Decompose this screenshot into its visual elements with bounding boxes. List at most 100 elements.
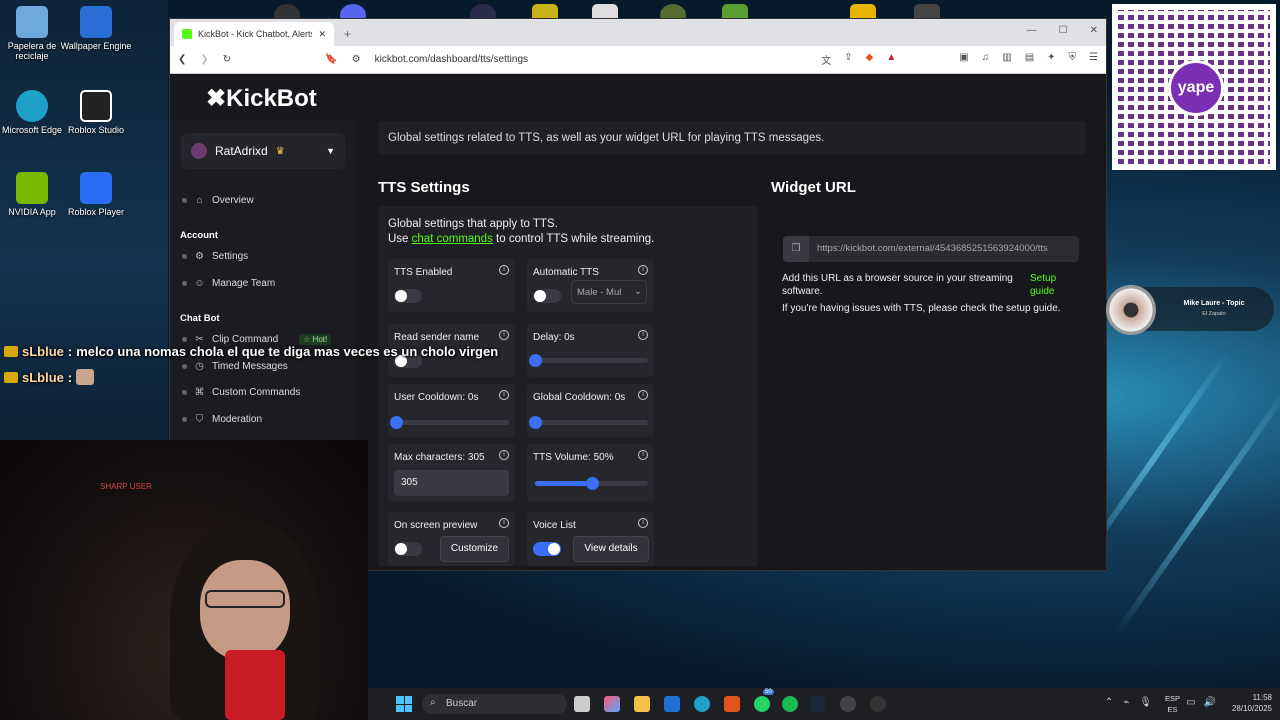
share-icon[interactable]: ⇪	[844, 52, 852, 67]
sidebar-icon[interactable]: ▥	[1002, 52, 1011, 67]
tts-volume-slider[interactable]	[535, 477, 648, 490]
close-tab-icon[interactable]: ✕	[318, 29, 326, 40]
info-icon[interactable]: i	[499, 450, 509, 460]
minimize-icon[interactable]: —	[1027, 25, 1037, 36]
slider-handle[interactable]	[529, 354, 542, 367]
translate-icon[interactable]: 文	[821, 52, 831, 67]
sidebar-item-settings[interactable]: ⚙ Settings	[182, 251, 248, 262]
notification-badge: 50	[763, 689, 774, 695]
edge-taskbar-icon[interactable]	[694, 696, 710, 712]
slider-handle[interactable]	[390, 416, 403, 429]
close-window-icon[interactable]: ✕	[1090, 25, 1098, 36]
wallet-icon[interactable]: ▤	[1025, 52, 1034, 67]
brave-icon[interactable]	[724, 696, 740, 712]
sidebar-item-overview[interactable]: ⌂ Overview	[182, 195, 254, 206]
username: RatAdrixd	[215, 144, 268, 158]
new-tab-button[interactable]: +	[344, 27, 351, 41]
url-field[interactable]: kickbot.com/dashboard/tts/settings	[375, 54, 808, 65]
user-cooldown-slider[interactable]	[390, 416, 509, 429]
whatsapp-icon[interactable]: 50	[754, 689, 774, 712]
reload-icon[interactable]: ↻	[223, 54, 231, 65]
bookmark-icon[interactable]: 🔖	[325, 54, 337, 65]
sidebar-item-timed-messages[interactable]: ◷ Timed Messages	[182, 361, 288, 372]
menu-icon[interactable]: ☰	[1089, 52, 1098, 67]
network-icon[interactable]: ⌁	[1123, 697, 1129, 708]
media-icon[interactable]: ♫	[982, 52, 990, 67]
maximize-icon[interactable]: ☐	[1059, 25, 1068, 36]
voice-list-toggle[interactable]	[533, 542, 561, 556]
delay-slider[interactable]	[529, 354, 648, 367]
quick-settings[interactable]: ▭ 🔊	[1186, 697, 1216, 708]
store-icon[interactable]	[664, 696, 680, 712]
setup-guide-link[interactable]: Setup guide	[1030, 272, 1070, 298]
vpn-icon[interactable]: ⛨	[1069, 52, 1077, 67]
info-icon[interactable]: i	[638, 390, 648, 400]
bullet-icon	[182, 364, 187, 369]
customize-button[interactable]: Customize	[440, 536, 509, 562]
voice-select[interactable]: Male - Mul ⌄	[571, 280, 647, 304]
vinyl-disc-icon	[1106, 285, 1156, 335]
bullet-icon	[182, 198, 187, 203]
slider-handle[interactable]	[585, 477, 599, 490]
forward-icon[interactable]: ❯	[200, 54, 208, 65]
info-icon[interactable]: i	[638, 330, 648, 340]
max-characters-input[interactable]: 305	[394, 470, 509, 496]
tts-enabled-toggle[interactable]	[394, 289, 422, 303]
clock-icon: ◷	[195, 361, 204, 372]
user-switcher[interactable]: RatAdrixd ♛ ▼	[181, 133, 345, 169]
language-indicator[interactable]: ESP ES	[1165, 693, 1180, 715]
info-icon[interactable]: i	[638, 450, 648, 460]
info-icon[interactable]: i	[638, 518, 648, 528]
emote-icon	[76, 369, 95, 385]
tab-search-icon[interactable]: ▣	[959, 52, 968, 67]
spotify-icon[interactable]	[782, 696, 798, 712]
tts-enabled-card: TTS Enabled i	[388, 259, 515, 312]
task-view-icon[interactable]	[574, 696, 590, 712]
automatic-tts-toggle[interactable]	[533, 289, 561, 303]
taskbar-search[interactable]: ⌕ Buscar	[422, 694, 567, 714]
back-icon[interactable]: ❮	[178, 54, 186, 65]
chat-commands-link[interactable]: chat commands	[412, 233, 493, 245]
desktop-icon-roblox-studio[interactable]: Roblox Studio	[56, 90, 136, 135]
preview-toggle[interactable]	[394, 542, 422, 556]
extensions-icon[interactable]: ✦	[1047, 52, 1055, 67]
info-icon[interactable]: i	[499, 390, 509, 400]
streamer-face	[200, 560, 290, 660]
crown-badge-icon	[4, 371, 18, 383]
sidebar-item-custom-commands[interactable]: ⌘ Custom Commands	[182, 387, 300, 398]
kickbot-logo[interactable]: ✖KickBot	[206, 84, 317, 113]
info-icon[interactable]: i	[638, 265, 648, 275]
chevron-up-icon[interactable]: ⌃	[1105, 697, 1113, 708]
global-cooldown-card: Global Cooldown: 0s i	[527, 384, 654, 437]
info-icon[interactable]: i	[499, 330, 509, 340]
copilot-icon[interactable]	[604, 696, 620, 712]
app-icon[interactable]	[870, 696, 886, 712]
crown-icon: ♛	[275, 145, 285, 157]
roblox-player-icon	[80, 172, 112, 204]
desktop-icon-wallpaper-engine[interactable]: Wallpaper Engine	[56, 6, 136, 51]
view-details-button[interactable]: View details	[573, 536, 649, 562]
sidebar-item-manage-team[interactable]: ☺ Manage Team	[182, 278, 275, 289]
mic-icon[interactable]: 🎙	[1139, 697, 1152, 708]
info-icon[interactable]: i	[499, 518, 509, 528]
avatar	[191, 143, 207, 159]
brave-shield-icon[interactable]: ◆	[866, 52, 874, 67]
site-info-icon[interactable]: ⚙	[352, 54, 361, 65]
windows-start-icon[interactable]	[396, 696, 412, 712]
chat-message: sLblue : melco una nomas chola el que te…	[4, 344, 498, 359]
global-cooldown-slider[interactable]	[529, 416, 648, 429]
copy-icon[interactable]: ❐	[783, 236, 809, 262]
info-icon[interactable]: i	[499, 265, 509, 275]
sidebar-item-moderation[interactable]: ⛉ Moderation	[182, 414, 262, 425]
obs-icon[interactable]	[840, 696, 856, 712]
yape-qr-code: yape	[1112, 4, 1276, 170]
steam-icon[interactable]	[810, 696, 826, 712]
user-cooldown-card: User Cooldown: 0s i	[388, 384, 515, 437]
browser-tab[interactable]: KickBot - Kick Chatbot, Alerts, TTS ✕	[174, 22, 334, 46]
desktop-icon-roblox-player[interactable]: Roblox Player	[56, 172, 136, 217]
widget-url-field[interactable]: ❐ https://kickbot.com/external/454368525…	[783, 236, 1079, 262]
slider-handle[interactable]	[529, 416, 542, 429]
rewards-icon[interactable]: ▲	[886, 52, 896, 67]
file-explorer-icon[interactable]	[634, 696, 650, 712]
clock[interactable]: 11:58 28/10/2025	[1232, 692, 1272, 714]
